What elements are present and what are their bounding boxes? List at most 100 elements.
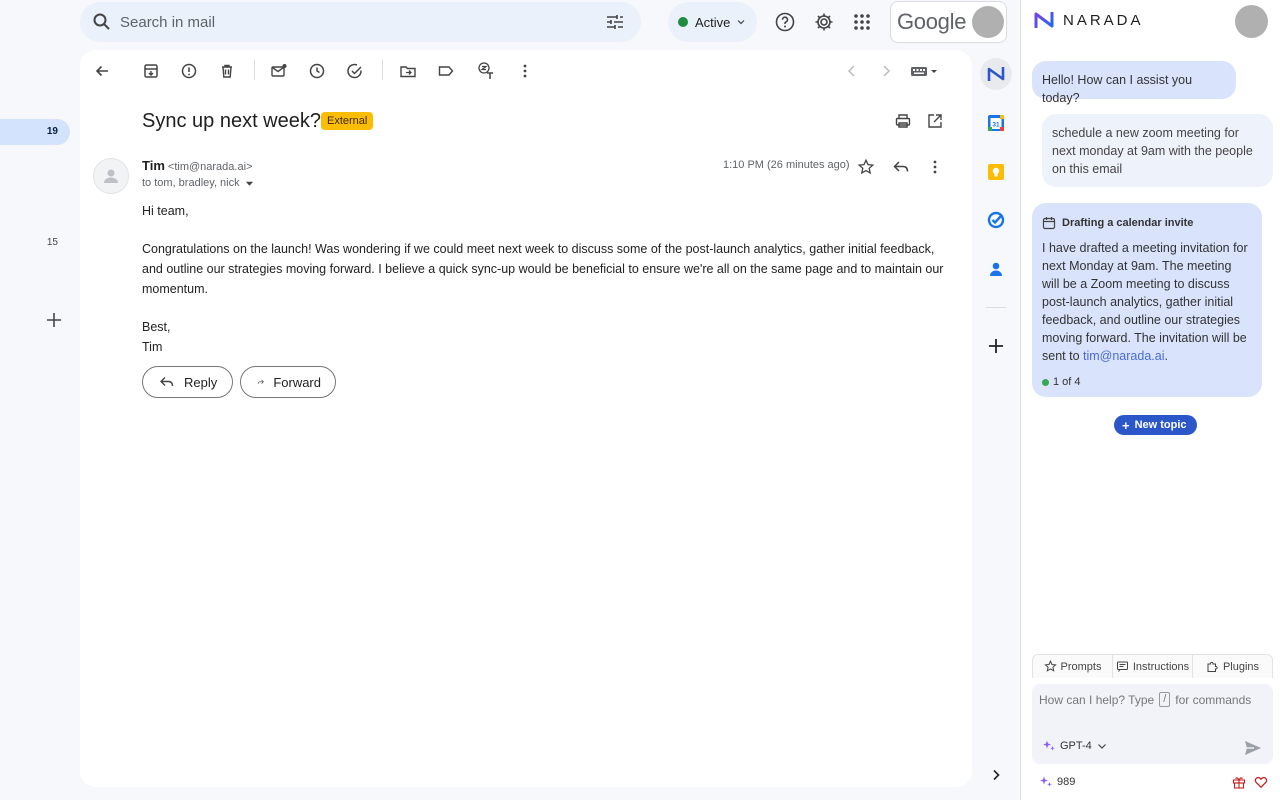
avatar[interactable] (972, 6, 1004, 38)
email-view: Sync up next week? External Tim<tim@nara… (80, 50, 972, 787)
sender-info[interactable]: Tim<tim@narada.ai> (142, 158, 252, 173)
plus-icon: + (1122, 418, 1130, 433)
composer-tabs: Prompts Instructions Plugins (1032, 654, 1273, 678)
translate-icon[interactable] (477, 62, 495, 80)
new-topic-button[interactable]: + New topic (1114, 415, 1197, 435)
help-icon[interactable] (774, 11, 796, 33)
contacts-person-icon (987, 260, 1005, 278)
add-task-icon[interactable] (346, 62, 364, 80)
chat-lines-icon (1116, 660, 1129, 673)
star-icon[interactable] (857, 158, 875, 176)
narada-brand: NARADA (1033, 10, 1144, 30)
email-subject: Sync up next week? (142, 110, 321, 133)
rail-count-secondary[interactable]: 15 (0, 230, 70, 256)
tab-instructions[interactable]: Instructions (1113, 655, 1193, 678)
calendar-addon-button[interactable]: 31 (982, 109, 1010, 137)
credits-indicator: 989 (1039, 775, 1075, 789)
calendar-icon (1042, 216, 1056, 230)
tasks-addon-button[interactable] (982, 206, 1010, 234)
status-label: Active (695, 15, 730, 30)
credits-count: 989 (1057, 776, 1075, 788)
reply-label: Reply (184, 375, 217, 390)
gift-icon[interactable] (1232, 775, 1246, 789)
narada-panel: NARADA Hello! How can I assist you today… (1020, 0, 1280, 800)
left-rail: 19 15 (0, 0, 80, 800)
plus-icon (987, 337, 1005, 355)
send-icon[interactable] (1243, 738, 1263, 758)
heart-icon[interactable] (1254, 775, 1268, 789)
model-label: GPT-4 (1060, 740, 1092, 752)
input-tools-icon[interactable] (909, 62, 941, 80)
tab-plugins[interactable]: Plugins (1193, 655, 1272, 678)
add-label-icon[interactable] (44, 310, 64, 330)
more-vertical-icon[interactable] (926, 158, 944, 176)
new-topic-label: New topic (1135, 419, 1187, 431)
more-vertical-icon[interactable] (516, 62, 534, 80)
draft-end: . (1164, 349, 1167, 363)
search-icon[interactable] (92, 12, 112, 32)
narada-addon-button[interactable] (980, 58, 1012, 90)
tab-label: Plugins (1223, 661, 1259, 673)
email-signoff: Best, (142, 317, 952, 337)
newer-chevron-icon[interactable] (843, 62, 861, 80)
user-message-text: schedule a new zoom meeting for next mon… (1052, 126, 1253, 176)
get-addons-button[interactable] (982, 332, 1010, 360)
status-dot (678, 17, 688, 27)
addon-divider (986, 307, 1006, 308)
avatar[interactable] (1235, 5, 1268, 38)
account-switcher[interactable]: Google (890, 1, 1007, 43)
caret-down-icon[interactable] (245, 179, 254, 188)
narada-logo-icon (1033, 10, 1057, 30)
print-icon[interactable] (894, 112, 912, 130)
archive-icon[interactable] (142, 62, 160, 80)
addon-rail: 31 (974, 50, 1018, 800)
status-chip[interactable]: Active (668, 2, 757, 42)
model-selector[interactable]: GPT-4 (1042, 739, 1112, 753)
user-message-bubble: schedule a new zoom meeting for next mon… (1042, 114, 1273, 187)
forward-icon (257, 374, 264, 390)
calendar-icon: 31 (987, 114, 1005, 132)
status-dot (1042, 379, 1049, 386)
tab-label: Prompts (1061, 661, 1102, 673)
sparkle-icon (1039, 775, 1053, 789)
older-chevron-icon[interactable] (877, 62, 895, 80)
sender-avatar[interactable] (93, 158, 129, 194)
snooze-clock-icon[interactable] (308, 62, 326, 80)
external-badge: External (321, 112, 373, 130)
google-logo: Google (897, 9, 966, 35)
expand-panel-button[interactable] (982, 761, 1010, 789)
forward-button[interactable]: Forward (240, 366, 336, 398)
recipients-line[interactable]: to tom, bradley, nick (142, 177, 254, 189)
draft-body: I have drafted a meeting invitation for … (1042, 241, 1248, 363)
move-to-folder-icon[interactable] (399, 62, 417, 80)
reply-icon[interactable] (892, 158, 910, 176)
toolbar-divider (254, 60, 255, 80)
gear-icon[interactable] (813, 11, 835, 33)
email-body: Hi team, Congratulations on the launch! … (142, 201, 952, 357)
chevron-down-icon (736, 17, 746, 27)
tasks-check-icon (987, 211, 1005, 229)
recipients-text: to tom, bradley, nick (142, 177, 240, 189)
draft-message: I have drafted a meeting invitation for … (1042, 239, 1252, 365)
mark-unread-icon[interactable] (270, 62, 288, 80)
draft-page-indicator[interactable]: 1 of 4 (1042, 373, 1252, 391)
assistant-greeting-text: Hello! How can I assist you today? (1042, 73, 1192, 105)
contacts-addon-button[interactable] (982, 255, 1010, 283)
prompt-placeholder-after: for commands (1175, 693, 1251, 707)
open-new-window-icon[interactable] (926, 112, 944, 130)
search-options-icon[interactable] (605, 12, 625, 32)
draft-email-link[interactable]: tim@narada.ai (1083, 349, 1164, 363)
rail-count-inbox[interactable]: 19 (0, 119, 70, 145)
label-icon[interactable] (437, 62, 455, 80)
prompt-placeholder: How can I help? Type / for commands (1039, 692, 1251, 707)
keep-addon-button[interactable] (982, 158, 1010, 186)
search-input[interactable] (120, 14, 605, 31)
apps-grid-icon[interactable] (851, 11, 873, 33)
back-arrow-icon[interactable] (93, 62, 111, 80)
reply-button[interactable]: Reply (142, 366, 233, 398)
report-spam-icon[interactable] (180, 62, 198, 80)
prompt-input[interactable]: How can I help? Type / for commands GPT-… (1032, 684, 1273, 764)
slash-key: / (1159, 692, 1170, 707)
tab-prompts[interactable]: Prompts (1033, 655, 1113, 678)
delete-icon[interactable] (218, 62, 236, 80)
